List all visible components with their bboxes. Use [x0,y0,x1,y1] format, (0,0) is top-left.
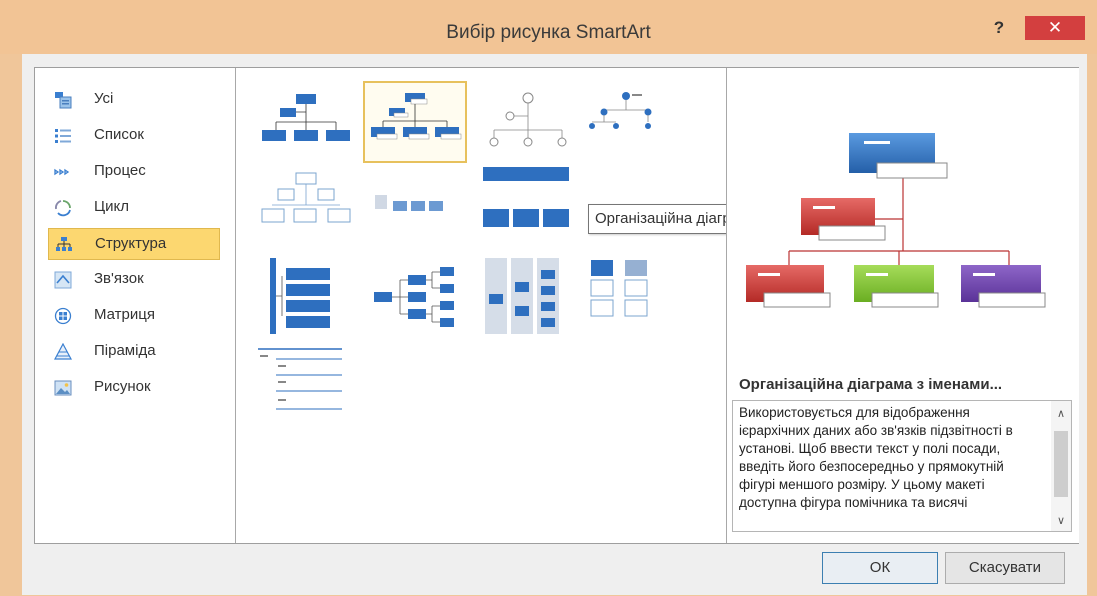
category-picture[interactable]: Рисунок [48,372,220,404]
layout-title: Організаційна діаграма з іменами... [739,376,1003,393]
category-list: Усі Список Процес Цикл Структура Зв'язок… [35,68,236,543]
category-label: Рисунок [94,378,151,395]
category-label: Зв'язок [94,270,144,287]
category-hierarchy[interactable]: Структура [48,228,220,260]
help-button[interactable]: ? [984,16,1014,40]
layout-labeled-hierarchy[interactable] [574,84,678,166]
layout-hierarchy-list[interactable] [254,256,358,338]
layout-horizontal-org-chart[interactable] [254,165,358,247]
title-bar: Вибір рисунка SmartArt ? ✕ [0,0,1097,54]
all-icon [55,92,72,109]
layout-hierarchy-blocks[interactable] [479,165,583,247]
category-label: Усі [94,90,114,107]
layout-org-chart[interactable] [254,84,358,166]
category-label: Список [94,126,144,143]
dialog-title: Вибір рисунка SmartArt [446,22,651,43]
layout-lined-list[interactable] [254,347,358,429]
layout-gallery: Організаційна діаграма з іменами та поса… [236,68,929,543]
category-label: Матриця [94,306,155,323]
layout-labeled-horizontal-hierarchy[interactable] [479,256,583,338]
scroll-up-icon[interactable]: ∧ [1051,407,1071,420]
dialog-body: Усі Список Процес Цикл Структура Зв'язок… [22,54,1087,595]
category-process[interactable]: Процес [48,156,220,188]
picture-icon [54,380,72,396]
pyramid-icon [54,343,72,360]
layout-table-hierarchy[interactable] [371,165,475,247]
cycle-icon [55,200,71,217]
description-scrollbar[interactable]: ∧ ∨ [1051,401,1071,531]
smartart-dialog: Вибір рисунка SmartArt ? ✕ Усі Список Пр… [0,0,1097,596]
category-list-item[interactable]: Список [48,120,220,152]
category-relationship[interactable]: Зв'язок [48,264,220,296]
category-matrix[interactable]: Матриця [48,300,220,332]
layout-name-title-org-chart[interactable] [363,81,467,163]
category-label: Структура [95,235,167,252]
layout-preview [746,133,1046,308]
hierarchy-icon [56,237,72,251]
category-label: Процес [94,162,146,179]
content-frame: Усі Список Процес Цикл Структура Зв'язок… [34,67,1079,544]
ok-button[interactable]: ОК [822,552,938,584]
layout-description: Використовується для відображення ієрарх… [739,405,1013,510]
category-all[interactable]: Усі [48,84,220,116]
details-panel: Організаційна діаграма з іменами... Вико… [726,68,1079,543]
scrollbar-thumb[interactable] [1054,431,1068,497]
category-label: Піраміда [94,342,156,359]
close-button[interactable]: ✕ [1025,16,1085,40]
layout-circle-org-chart[interactable] [476,84,580,166]
category-cycle[interactable]: Цикл [48,192,220,224]
category-label: Цикл [94,198,129,215]
cancel-button[interactable]: Скасувати [945,552,1065,584]
layout-picture-org-chart[interactable] [581,256,685,338]
description-box[interactable]: Використовується для відображення ієрарх… [732,400,1072,532]
matrix-icon [54,307,72,325]
layout-horizontal-hierarchy[interactable] [366,256,470,338]
category-pyramid[interactable]: Піраміда [48,336,220,368]
process-icon [54,168,70,176]
scroll-down-icon[interactable]: ∨ [1051,514,1071,527]
list-icon [55,129,71,143]
relationship-icon [54,271,72,289]
